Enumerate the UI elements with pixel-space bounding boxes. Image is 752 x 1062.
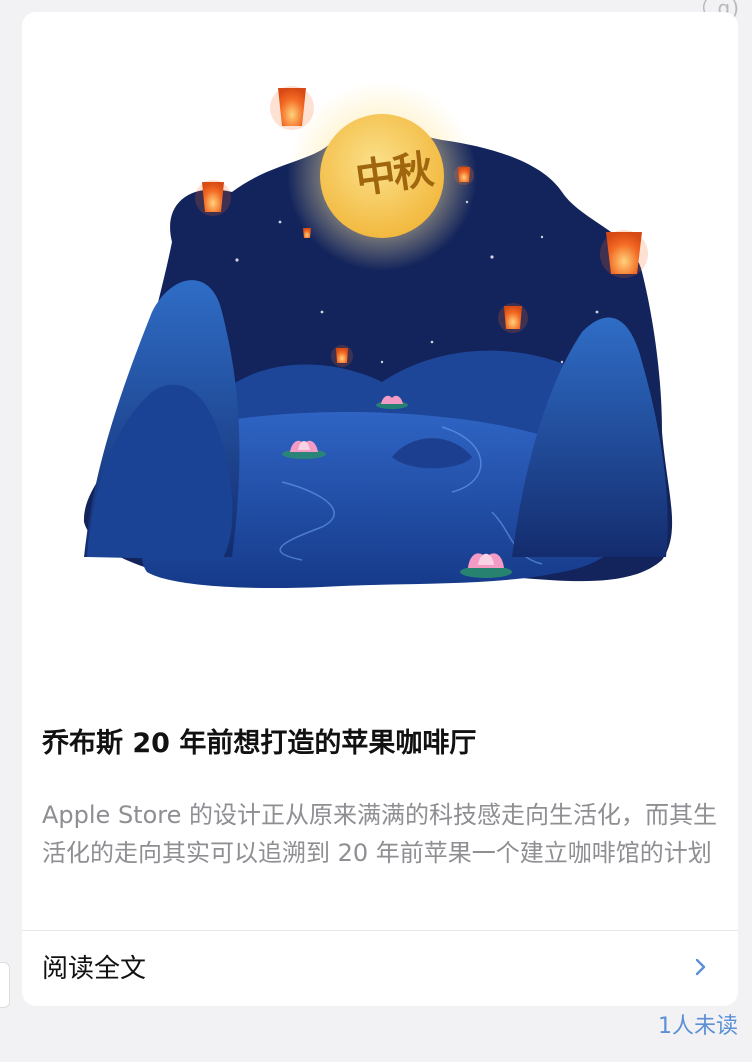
unread-count-badge: 1人未读: [658, 1014, 738, 1039]
chevron-right-icon: [695, 958, 706, 976]
article-title[interactable]: 乔布斯 20 年前想打造的苹果咖啡厅: [42, 724, 718, 764]
read-full-label: 阅读全文: [42, 954, 147, 984]
read-full-article-row[interactable]: 阅读全文: [22, 931, 738, 1006]
article-description: Apple Store 的设计正从原来满满的科技感走向生活化，而其生活化的走向其…: [42, 801, 718, 867]
article-card[interactable]: 中秋 乔布斯 20 年前想打造的苹果咖啡厅 Apple Store 的设计正从原…: [22, 12, 738, 1006]
hero-illustration: 中秋: [22, 12, 738, 692]
left-edge-stub: [0, 962, 10, 1008]
